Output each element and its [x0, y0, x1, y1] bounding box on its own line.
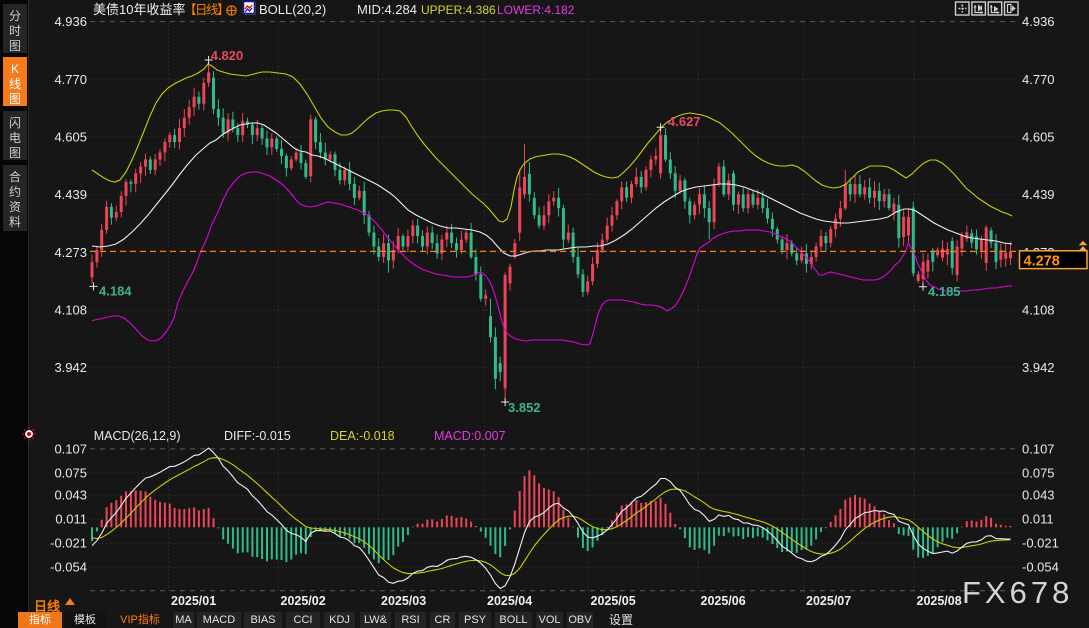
- svg-text:DIFF:-0.015: DIFF:-0.015: [224, 429, 291, 443]
- svg-text:MACD:0.007: MACD:0.007: [434, 429, 506, 443]
- svg-text:4.108: 4.108: [1022, 303, 1055, 318]
- svg-text:2025/06: 2025/06: [701, 594, 746, 608]
- svg-text:0.043: 0.043: [1022, 488, 1055, 503]
- svg-text:4.605: 4.605: [54, 130, 87, 145]
- svg-text:4.627: 4.627: [668, 114, 701, 129]
- svg-text:0.107: 0.107: [54, 441, 87, 456]
- svg-text:-0.021: -0.021: [1022, 536, 1059, 551]
- svg-text:0.075: 0.075: [1022, 466, 1055, 481]
- svg-text:【日线】: 【日线】: [184, 3, 228, 17]
- svg-text:-0.021: -0.021: [50, 536, 87, 551]
- svg-text:2025/08: 2025/08: [917, 594, 962, 608]
- svg-text:4.185: 4.185: [928, 284, 961, 299]
- svg-text:-0.054: -0.054: [1022, 560, 1059, 575]
- svg-text:4.770: 4.770: [1022, 72, 1055, 87]
- svg-text:2025/01: 2025/01: [171, 594, 216, 608]
- svg-text:4.108: 4.108: [54, 303, 87, 318]
- svg-text:MID:4.284: MID:4.284: [357, 2, 417, 17]
- svg-text:3.942: 3.942: [1022, 360, 1055, 375]
- svg-text:0.107: 0.107: [1022, 441, 1055, 456]
- svg-text:美债10年收益率: 美债10年收益率: [93, 2, 185, 17]
- svg-text:3.852: 3.852: [508, 400, 541, 415]
- svg-text:0.011: 0.011: [1022, 512, 1054, 527]
- svg-text:4.439: 4.439: [54, 187, 87, 202]
- svg-text:4.770: 4.770: [54, 72, 87, 87]
- svg-text:BOLL(20,2): BOLL(20,2): [259, 2, 326, 17]
- svg-text:2025/05: 2025/05: [591, 594, 636, 608]
- svg-text:4.605: 4.605: [1022, 130, 1055, 145]
- svg-text:4.936: 4.936: [1022, 14, 1055, 29]
- svg-text:4.936: 4.936: [54, 14, 87, 29]
- svg-text:MACD(26,12,9): MACD(26,12,9): [94, 429, 181, 443]
- svg-text:LOWER:4.182: LOWER:4.182: [497, 3, 575, 17]
- svg-text:0.043: 0.043: [54, 488, 87, 503]
- svg-text:0.011: 0.011: [55, 512, 87, 527]
- svg-text:-0.054: -0.054: [50, 560, 87, 575]
- svg-text:0.075: 0.075: [54, 466, 87, 481]
- svg-text:3.942: 3.942: [54, 360, 87, 375]
- svg-text:4.278: 4.278: [1024, 254, 1060, 270]
- svg-text:FX678: FX678: [962, 575, 1073, 610]
- svg-text:2025/07: 2025/07: [806, 594, 851, 608]
- svg-text:4.273: 4.273: [54, 245, 87, 260]
- svg-text:2025/03: 2025/03: [381, 594, 426, 608]
- svg-text:4.820: 4.820: [211, 48, 244, 63]
- svg-text:4.184: 4.184: [99, 284, 132, 299]
- svg-text:4.439: 4.439: [1022, 187, 1055, 202]
- svg-text:2025/04: 2025/04: [487, 594, 532, 608]
- svg-text:DEA:-0.018: DEA:-0.018: [330, 429, 395, 443]
- svg-text:2025/02: 2025/02: [281, 594, 326, 608]
- svg-text:UPPER:4.386: UPPER:4.386: [421, 3, 496, 17]
